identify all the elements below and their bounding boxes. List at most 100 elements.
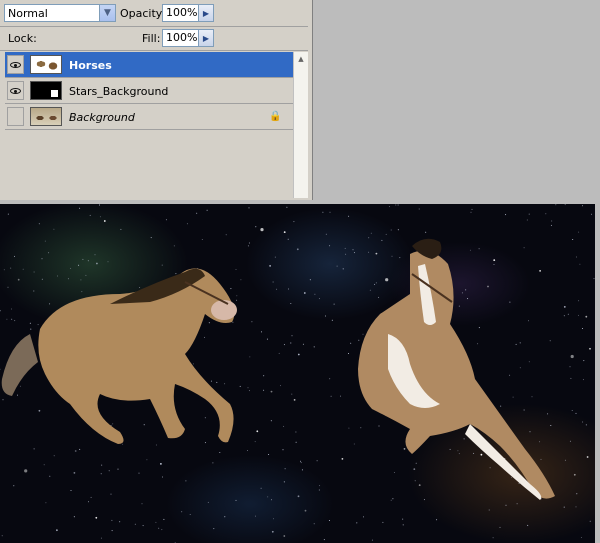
- star: [545, 213, 547, 215]
- star: [488, 509, 490, 511]
- star: [563, 306, 566, 308]
- layer-thumbnail[interactable]: [30, 81, 62, 100]
- layer-row-stars-background[interactable]: Stars_Background: [5, 78, 293, 104]
- star: [206, 209, 208, 211]
- star: [519, 342, 521, 344]
- star: [509, 301, 511, 303]
- star: [509, 374, 511, 376]
- layer-thumbnail[interactable]: [30, 55, 62, 74]
- star: [204, 442, 206, 444]
- star: [489, 467, 491, 469]
- star: [87, 260, 89, 262]
- scroll-up-arrow-icon[interactable]: ▲: [294, 52, 308, 66]
- star: [255, 226, 257, 228]
- star: [271, 530, 274, 533]
- opacity-input[interactable]: 100%: [162, 4, 202, 22]
- fill-input[interactable]: 100%: [162, 29, 202, 47]
- star: [100, 537, 102, 539]
- star: [163, 518, 165, 520]
- star: [283, 425, 285, 427]
- star: [523, 247, 525, 249]
- star: [381, 239, 383, 241]
- star: [6, 318, 8, 320]
- star: [108, 470, 110, 472]
- star: [465, 289, 467, 291]
- fill-flyout-arrow-icon[interactable]: ▶: [198, 29, 214, 47]
- star: [539, 270, 541, 272]
- star: [161, 264, 163, 266]
- opacity-flyout-arrow-icon[interactable]: ▶: [198, 4, 214, 22]
- star: [70, 267, 72, 269]
- star: [48, 252, 50, 254]
- star: [348, 215, 350, 217]
- star: [487, 285, 489, 288]
- star: [11, 308, 12, 310]
- star: [134, 523, 136, 525]
- star: [582, 205, 583, 207]
- layer-row-horses[interactable]: Horses: [5, 52, 293, 78]
- star: [385, 278, 389, 282]
- star: [111, 519, 113, 521]
- layers-scrollbar[interactable]: ▲: [293, 52, 308, 198]
- star: [49, 303, 51, 305]
- dropdown-arrow-icon[interactable]: ▼: [99, 5, 115, 21]
- star: [523, 409, 525, 411]
- star: [303, 292, 306, 294]
- layer-row-background[interactable]: Background 🔒: [5, 104, 293, 130]
- star: [247, 387, 249, 389]
- star: [17, 394, 18, 396]
- star: [449, 448, 451, 450]
- star: [181, 511, 183, 513]
- star: [193, 363, 194, 365]
- star: [551, 220, 553, 222]
- star: [368, 237, 370, 239]
- visibility-toggle[interactable]: [7, 55, 24, 74]
- star: [111, 530, 113, 532]
- star: [232, 321, 234, 323]
- blend-mode-select[interactable]: Normal ▼: [4, 4, 116, 22]
- star: [333, 303, 335, 305]
- star: [582, 379, 584, 381]
- star: [38, 223, 40, 225]
- star: [74, 450, 77, 452]
- star: [278, 352, 280, 354]
- star: [290, 342, 292, 344]
- star: [235, 269, 237, 270]
- star: [155, 521, 157, 523]
- document-canvas[interactable]: [0, 204, 595, 543]
- star: [22, 268, 24, 270]
- star: [270, 390, 273, 393]
- star: [79, 448, 81, 450]
- visibility-toggle[interactable]: [7, 81, 24, 100]
- star: [247, 450, 248, 451]
- star: [575, 506, 577, 508]
- star: [280, 385, 281, 387]
- star: [267, 496, 269, 498]
- star: [256, 430, 259, 433]
- star: [81, 291, 83, 293]
- star: [196, 212, 198, 214]
- star: [273, 518, 274, 520]
- star: [329, 245, 331, 247]
- star: [329, 211, 331, 213]
- star: [526, 219, 528, 221]
- star: [585, 424, 587, 426]
- star: [318, 489, 320, 491]
- star: [350, 342, 352, 344]
- star: [142, 525, 144, 527]
- lock-label: Lock:: [8, 32, 37, 45]
- star: [290, 303, 292, 304]
- star: [370, 232, 372, 234]
- star: [301, 469, 303, 471]
- star: [302, 343, 304, 345]
- star: [571, 410, 573, 411]
- star: [425, 231, 427, 233]
- star: [282, 449, 284, 451]
- star: [41, 258, 43, 260]
- star: [14, 320, 16, 322]
- visibility-toggle[interactable]: [7, 107, 24, 126]
- eye-icon: [10, 87, 21, 94]
- star: [463, 438, 465, 440]
- layer-thumbnail[interactable]: [30, 107, 62, 126]
- star: [382, 521, 384, 523]
